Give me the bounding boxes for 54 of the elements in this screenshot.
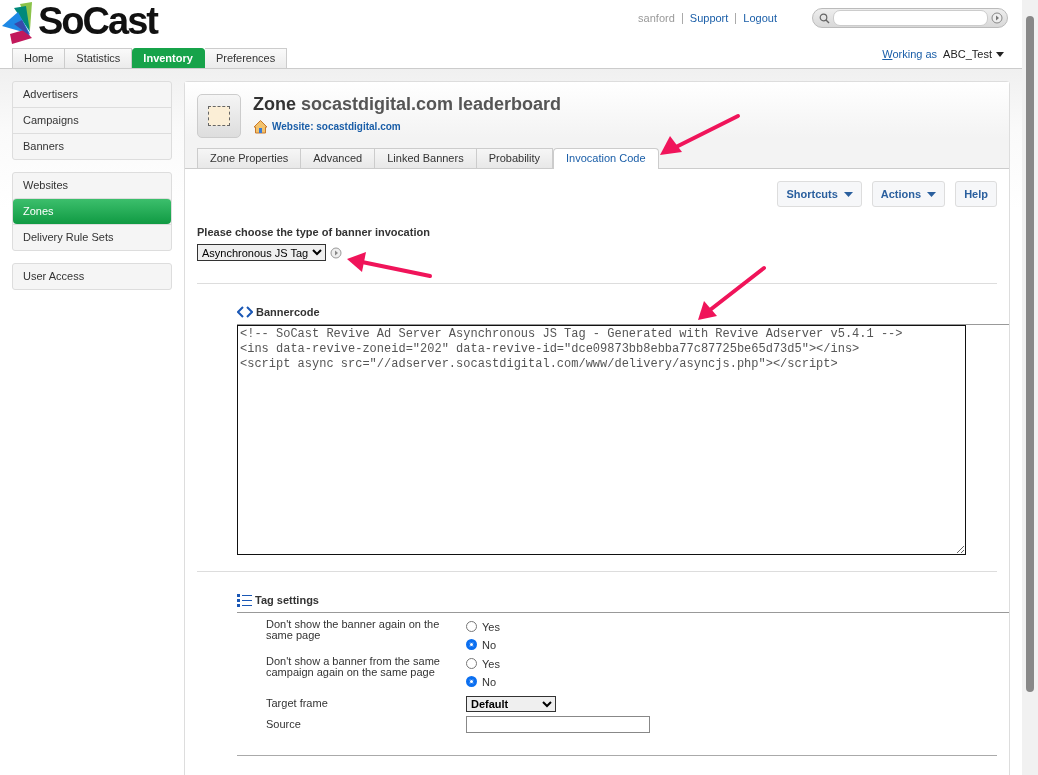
zone-tab[interactable]: Zone Properties [197,148,302,168]
radio-label: No [482,638,497,651]
radio-label: No [482,675,497,688]
radio-label: Yes [482,620,500,633]
zone-tab[interactable]: Linked Banners [375,148,477,168]
working-as-label: Working as [882,48,938,60]
toolbar-button[interactable]: Shortcuts [777,181,862,207]
search-icon [819,12,830,24]
annotation-arrow [698,266,766,320]
radio-button[interactable] [466,639,477,650]
code-icon [237,306,253,318]
code-textarea[interactable]: <!-- SoCast Revive Ad Server Asynchronous JS Tag - Generated with Revive Adserver v5.4.1 --> <ins data-revive-zoneid="202" data-revive-id="dce09873bb8ebba77c87725be65d73d5"></ins> <script async src="//adserver.socastdigital.com/www/delivery/asyncjs.php"></script> [237,325,966,555]
sidebar-item[interactable]: Banners [13,133,171,159]
toolbar-button[interactable]: Actions [871,181,946,207]
nav-tab[interactable]: Home [12,48,66,68]
nav-tab[interactable]: Preferences [204,48,288,68]
header-link[interactable]: Logout [743,12,777,24]
setting-label: Don't show the banner again on the same page [266,619,441,643]
target-frame-select[interactable]: Default [466,695,556,712]
go-icon[interactable] [330,246,342,259]
radio-button[interactable] [466,621,477,632]
nav-tab[interactable]: Statistics [65,48,133,68]
sidebar-item[interactable]: Advertisers [13,82,171,107]
sidebar-item[interactable]: Campaigns [13,107,171,133]
go-icon[interactable] [991,12,1003,24]
sidebar-item[interactable]: User Access [13,264,171,289]
invocation-type-select[interactable]: Asynchronous JS Tag [197,244,326,261]
section-heading: Tag settings [255,594,319,606]
zone-tab[interactable]: Advanced [301,148,376,168]
list-icon [237,593,252,607]
website-link[interactable]: Website: socastdigital.com [272,121,401,132]
invocation-label: Please choose the type of banner invocation [197,226,431,238]
zone-tab[interactable]: Invocation Code [553,148,659,169]
radio-button[interactable] [466,658,477,669]
header-link[interactable]: Support [689,12,729,24]
house-icon [253,119,268,134]
caret-icon [996,51,1004,57]
radio-label: Yes [482,657,500,670]
setting-label: Source [266,719,302,730]
setting-label: Target frame [266,698,329,709]
section-heading: Bannercode [256,306,320,318]
sidebar-item[interactable]: Websites [13,173,171,198]
sidebar-item[interactable]: Delivery Rule Sets [13,224,171,250]
radio-button[interactable] [466,676,477,687]
scrollbar[interactable] [1022,0,1038,775]
zone-title: Zone socastdigital.com leaderboard [253,94,562,115]
setting-label: Don't show a banner from the same campaign again on the same page [266,656,441,680]
search-field[interactable] [812,8,1008,28]
source-input[interactable] [466,716,650,733]
username: sanford [638,12,675,24]
zone-tab[interactable]: Probability [476,148,553,168]
account-dropdown[interactable]: ABC_Test [943,48,1004,60]
toolbar-button[interactable]: Help [955,181,997,207]
logo-wordmark: SoCast [38,2,157,40]
